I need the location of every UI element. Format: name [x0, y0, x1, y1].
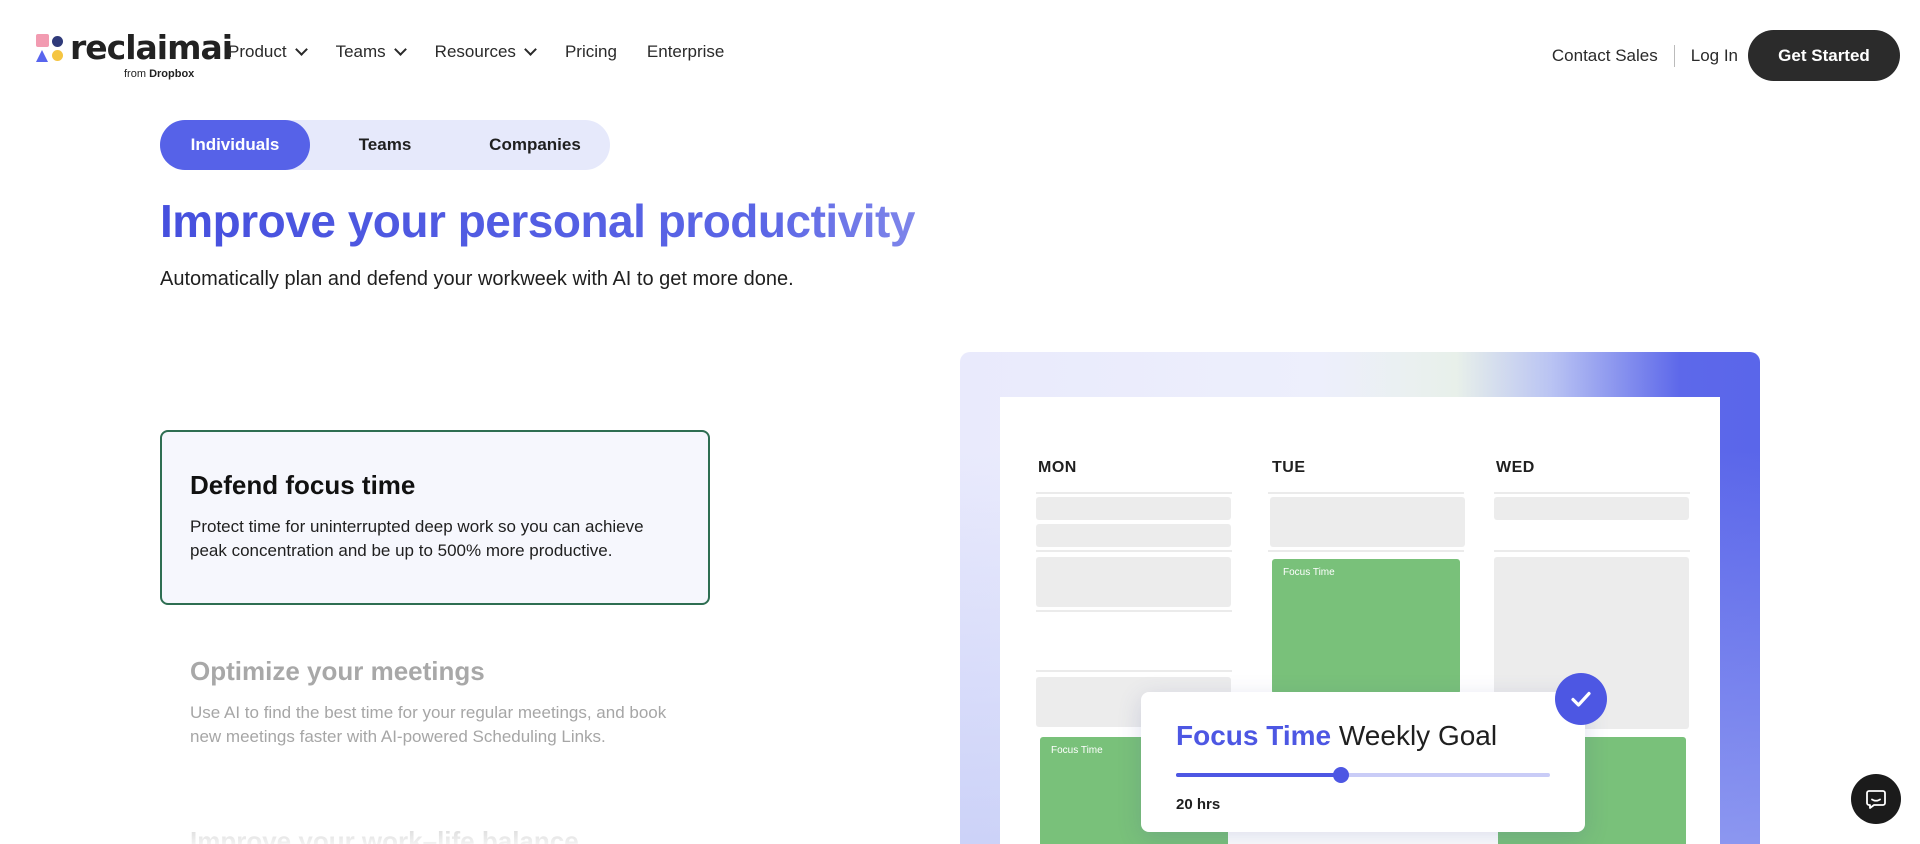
- divider: [1036, 670, 1232, 672]
- menu-item-enterprise[interactable]: Enterprise: [647, 42, 724, 62]
- menu-item-product[interactable]: Product: [228, 42, 308, 62]
- feature-defend-focus-time[interactable]: Defend focus time Protect time for unint…: [160, 430, 710, 605]
- calendar-event-block: [1036, 524, 1231, 547]
- divider: [1268, 492, 1464, 494]
- main-menu: Product Teams Resources Pricing Enterpri…: [228, 42, 754, 62]
- menu-label: Product: [228, 42, 287, 61]
- goal-title: Focus Time Weekly Goal: [1176, 720, 1497, 752]
- weekly-goal-card: Focus Time Weekly Goal 20 hrs: [1141, 692, 1585, 832]
- chat-bubble-icon[interactable]: [1851, 774, 1901, 824]
- checkmark-icon-svg: [1571, 691, 1591, 707]
- divider: [1036, 492, 1232, 494]
- goal-title-rest: Weekly Goal: [1338, 720, 1498, 751]
- event-label: Focus Time: [1283, 567, 1335, 578]
- contact-sales-link[interactable]: Contact Sales: [1552, 44, 1675, 67]
- day-label-tue: TUE: [1272, 459, 1306, 476]
- feature-description: Use AI to find the best time for your re…: [190, 703, 667, 746]
- chevron-down-icon: [524, 43, 537, 56]
- logo-wordmark: reclaimai: [70, 28, 233, 67]
- feature-optimize-meetings[interactable]: Optimize your meetings Use AI to find th…: [190, 656, 690, 749]
- calendar-event-block: [1270, 497, 1465, 547]
- reclaim-logo[interactable]: reclaimai from Dropbox: [36, 28, 233, 84]
- menu-item-teams[interactable]: Teams: [335, 42, 407, 62]
- feature-title: Optimize your meetings: [190, 656, 485, 686]
- goal-value: 20 hrs: [1176, 796, 1221, 813]
- divider: [1036, 550, 1232, 552]
- top-navigation: reclaimai from Dropbox Product Teams Res…: [0, 0, 1920, 108]
- page-title: Improve your personal productivity: [160, 195, 915, 247]
- divider: [1268, 550, 1464, 552]
- menu-label: Teams: [335, 42, 386, 61]
- event-label: Focus Time: [1051, 745, 1103, 756]
- goal-slider[interactable]: [1176, 767, 1550, 783]
- feature-work-life-balance[interactable]: Improve your work–life balance: [190, 826, 690, 844]
- chevron-down-icon: [393, 43, 407, 56]
- calendar-event-block: [1036, 557, 1231, 607]
- feature-title: Defend focus time: [190, 470, 416, 500]
- logo-sub-brand: Dropbox: [149, 68, 195, 80]
- page-subtitle: Automatically plan and defend your workw…: [160, 268, 794, 290]
- menu-label: Resources: [434, 42, 516, 61]
- chevron-down-icon: [294, 43, 308, 56]
- account-actions: Contact Sales Log In Get Started: [1552, 30, 1900, 81]
- calendar-event-block: [1494, 497, 1689, 520]
- feature-title: Improve your work–life balance: [190, 826, 579, 844]
- login-link[interactable]: Log In: [1691, 46, 1738, 66]
- tab-individuals[interactable]: Individuals: [160, 120, 310, 170]
- menu-item-pricing[interactable]: Pricing: [565, 42, 617, 62]
- tab-companies[interactable]: Companies: [460, 120, 610, 170]
- menu-label: Enterprise: [646, 42, 725, 61]
- logo-mark-icon: [36, 34, 66, 64]
- logo-subtitle: from Dropbox: [124, 68, 194, 80]
- checkmark-icon: [1555, 673, 1607, 725]
- divider: [1494, 550, 1690, 552]
- divider: [1494, 492, 1690, 494]
- day-label-wed: WED: [1496, 459, 1535, 476]
- chat-bubble-icon-svg: [1866, 790, 1886, 809]
- get-started-button[interactable]: Get Started: [1748, 30, 1900, 81]
- focus-time-event: Focus Time: [1272, 559, 1460, 694]
- menu-label: Pricing: [564, 42, 617, 61]
- audience-tabs: Individuals Teams Companies: [160, 120, 610, 170]
- day-label-mon: MON: [1038, 459, 1077, 476]
- divider: [1036, 610, 1232, 612]
- menu-item-resources[interactable]: Resources: [434, 42, 537, 62]
- goal-slider-fill: [1176, 773, 1341, 777]
- logo-sub-prefix: from: [124, 68, 146, 80]
- tab-teams[interactable]: Teams: [310, 120, 460, 170]
- feature-description: Protect time for uninterrupted deep work…: [190, 517, 644, 560]
- goal-slider-handle[interactable]: [1332, 767, 1349, 783]
- calendar-event-block: [1036, 497, 1231, 520]
- goal-title-accent: Focus Time: [1176, 720, 1332, 751]
